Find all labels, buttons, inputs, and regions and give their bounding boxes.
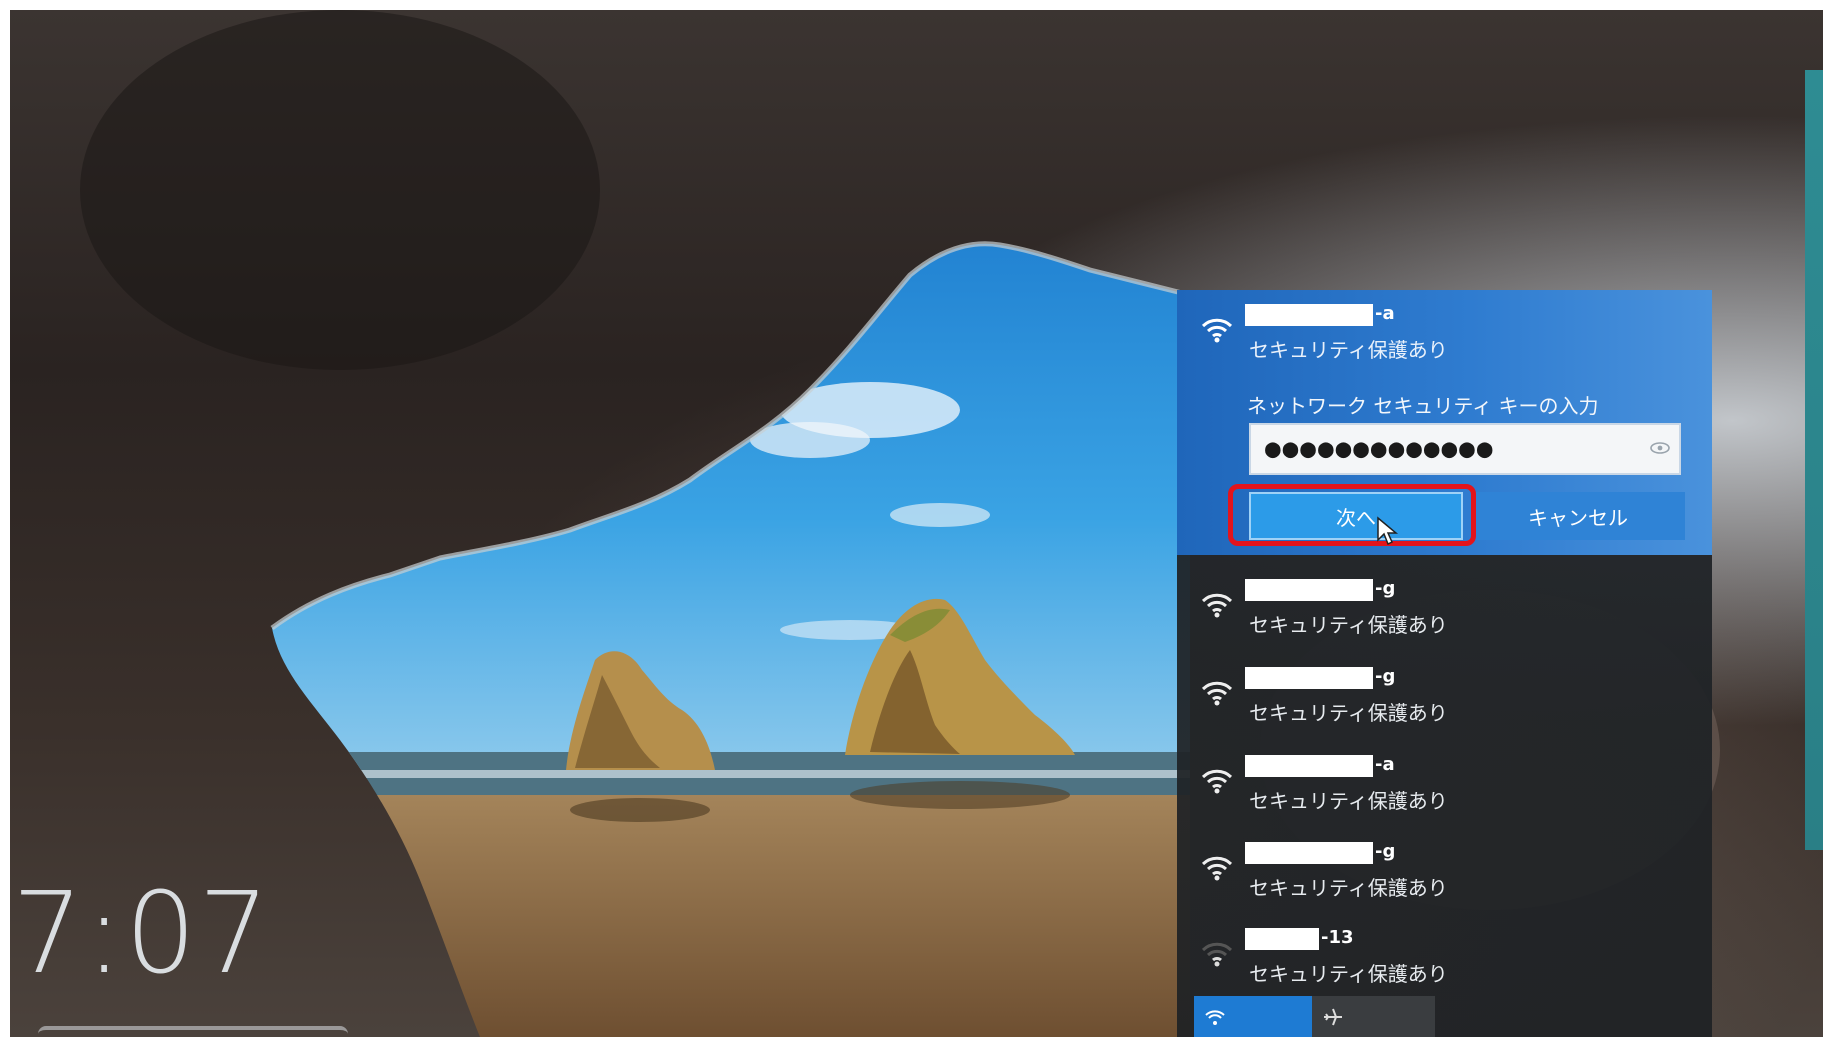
security-key-label: ネットワーク セキュリティ キーの入力 bbox=[1247, 394, 1599, 418]
wifi-icon bbox=[1201, 769, 1233, 794]
mouse-cursor-icon bbox=[1377, 516, 1399, 546]
wifi-icon bbox=[1205, 1010, 1225, 1025]
network-name-suffix: -g bbox=[1375, 578, 1396, 599]
wifi-icon bbox=[1201, 681, 1233, 706]
redacted-network-name bbox=[1245, 755, 1373, 777]
network-security-status: セキュリティ保護あり bbox=[1249, 613, 1448, 637]
next-button-highlight bbox=[1228, 484, 1476, 546]
network-list-item[interactable]: -g セキュリティ保護あり bbox=[1177, 653, 1712, 739]
network-list-item[interactable]: -13 セキュリティ保護あり bbox=[1177, 914, 1712, 1000]
monitor-edge bbox=[1805, 70, 1823, 850]
network-list-item[interactable]: -g セキュリティ保護あり bbox=[1177, 565, 1712, 651]
network-name-suffix: -g bbox=[1375, 666, 1396, 687]
network-name-suffix: -a bbox=[1375, 303, 1395, 324]
network-security-status: セキュリティ保護あり bbox=[1249, 338, 1448, 362]
network-name-suffix: -g bbox=[1375, 841, 1396, 862]
airplane-icon bbox=[1324, 1008, 1342, 1026]
network-security-status: セキュリティ保護あり bbox=[1249, 789, 1448, 813]
network-security-status: セキュリティ保護あり bbox=[1249, 876, 1448, 900]
network-security-status: セキュリティ保護あり bbox=[1249, 701, 1448, 725]
wifi-icon bbox=[1201, 856, 1233, 881]
reveal-password-icon[interactable] bbox=[1649, 437, 1671, 459]
cancel-button[interactable]: キャンセル bbox=[1471, 492, 1685, 540]
network-name-suffix: -13 bbox=[1321, 927, 1354, 948]
wifi-icon bbox=[1201, 593, 1233, 618]
network-list-item[interactable]: -g セキュリティ保護あり bbox=[1177, 828, 1712, 914]
network-flyout: -a セキュリティ保護あり ネットワーク セキュリティ キーの入力 次へ キャン… bbox=[1177, 290, 1712, 1037]
network-name-suffix: -a bbox=[1375, 754, 1395, 775]
redacted-network-name bbox=[1245, 667, 1373, 689]
redacted-network-name bbox=[1245, 842, 1373, 864]
wifi-quick-tile[interactable] bbox=[1194, 996, 1312, 1037]
redacted-network-name bbox=[1245, 304, 1373, 326]
wifi-icon bbox=[1201, 318, 1233, 343]
wifi-weak-icon bbox=[1201, 942, 1233, 967]
airplane-mode-quick-tile[interactable] bbox=[1312, 996, 1435, 1037]
network-security-status: セキュリティ保護あり bbox=[1249, 962, 1448, 986]
lock-screen-date-fragment bbox=[38, 1026, 348, 1037]
lock-screen-clock: 7:07 bbox=[12, 869, 272, 999]
network-list-item[interactable]: -a セキュリティ保護あり bbox=[1177, 741, 1712, 827]
security-key-input[interactable] bbox=[1249, 423, 1681, 475]
redacted-network-name bbox=[1245, 579, 1373, 601]
redacted-network-name bbox=[1245, 928, 1319, 950]
